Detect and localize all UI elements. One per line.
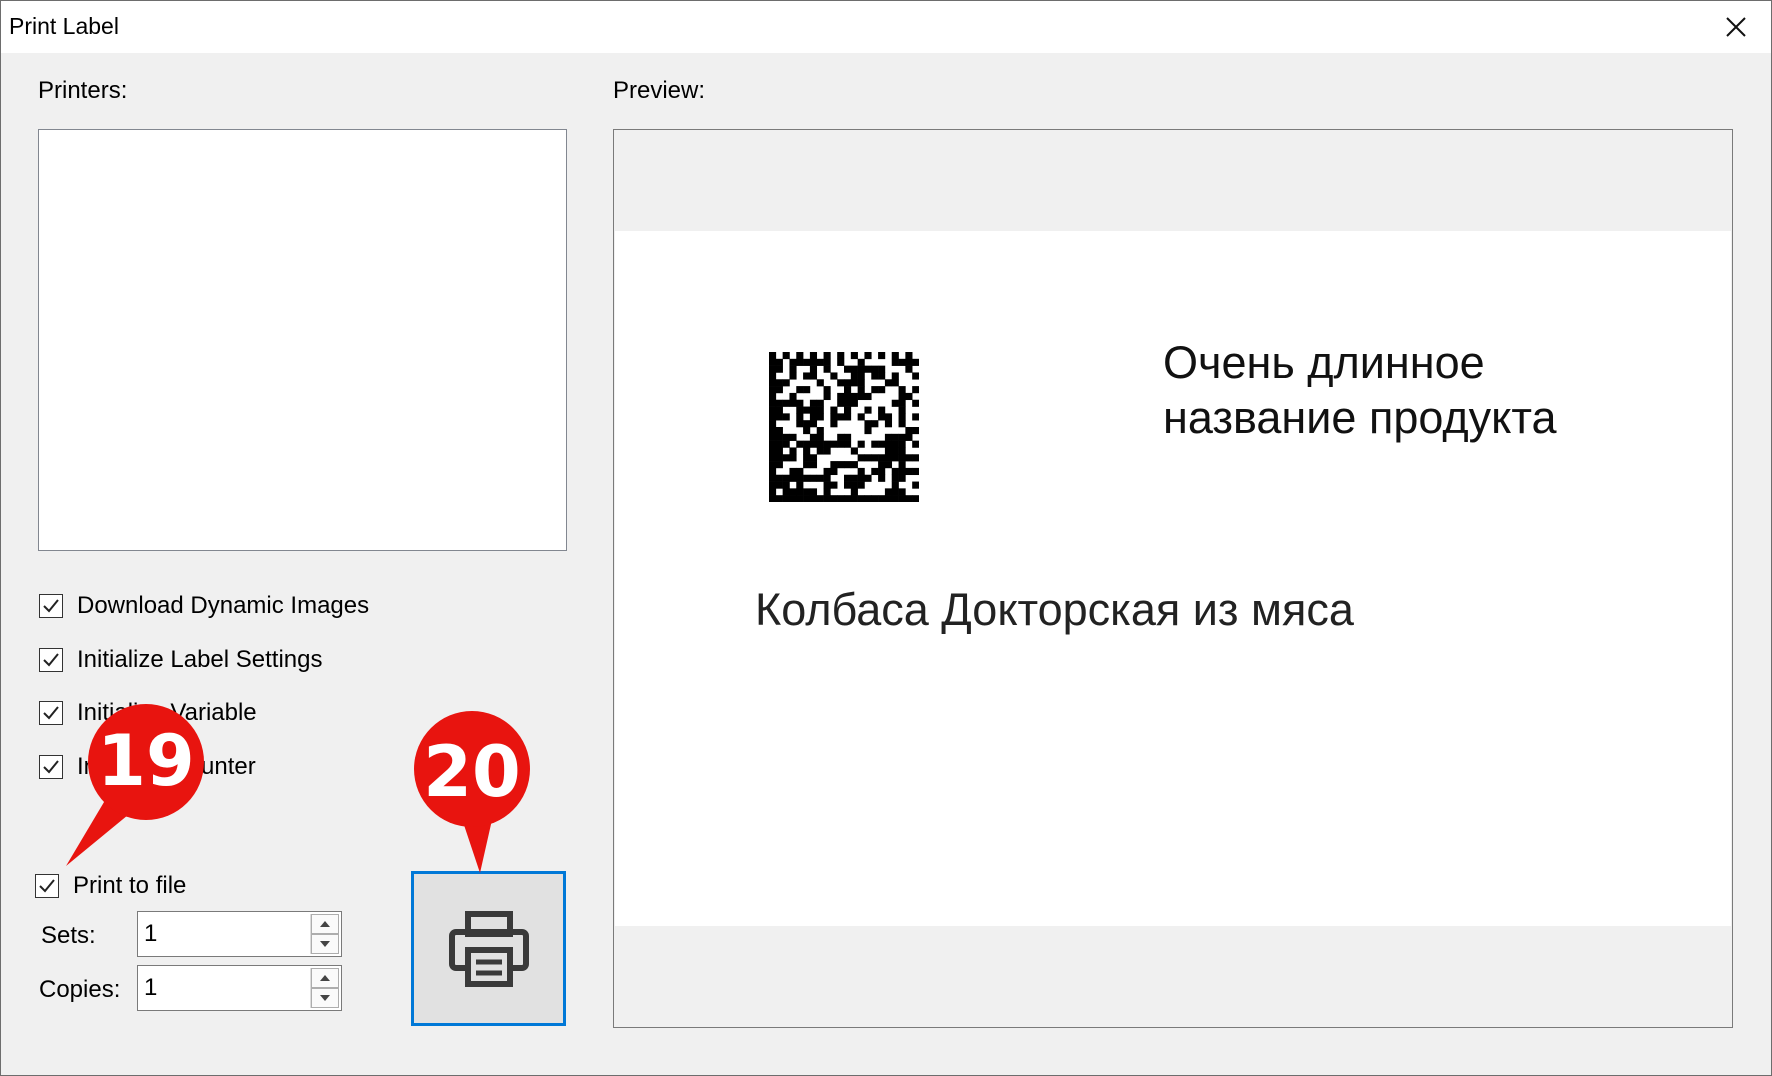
callout-20-number: 20	[423, 731, 521, 813]
copies-value[interactable]: 1	[144, 974, 157, 1002]
callout-20: 20	[408, 707, 538, 877]
arrow-up-icon	[320, 975, 330, 981]
checkmark-icon	[39, 879, 55, 893]
print-label-dialog: Print Label Printers: Preview: Download …	[0, 0, 1772, 1076]
callout-19-number: 19	[97, 720, 195, 802]
arrow-down-icon	[320, 995, 330, 1001]
label-title-line-1: Очень длинное	[1163, 337, 1485, 388]
checkbox-box[interactable]	[35, 874, 59, 898]
print-button[interactable]	[411, 871, 566, 1026]
copies-decrement-button[interactable]	[311, 988, 339, 1008]
sets-spin-buttons	[310, 914, 339, 954]
copies-label: Copies:	[39, 976, 121, 1003]
printers-list[interactable]	[38, 129, 567, 551]
sets-label: Sets:	[41, 922, 96, 949]
close-icon	[1726, 17, 1746, 37]
label-preview-page: Очень длинное название продукта Колбаса …	[615, 231, 1731, 926]
copies-increment-button[interactable]	[311, 968, 339, 988]
printer-icon	[448, 910, 529, 987]
initialize-label-settings-checkbox[interactable]: Initialize Label Settings	[39, 645, 322, 675]
sets-value[interactable]: 1	[144, 920, 157, 948]
printers-label: Printers:	[38, 77, 128, 104]
label-product-title: Очень длинное название продукта	[1163, 335, 1556, 445]
checkmark-icon	[43, 653, 59, 667]
download-dynamic-images-label: Download Dynamic Images	[77, 592, 370, 619]
initialize-label-settings-label: Initialize Label Settings	[77, 646, 323, 673]
callout-19: 19	[58, 700, 208, 870]
sets-decrement-button[interactable]	[311, 934, 339, 954]
arrow-down-icon	[320, 941, 330, 947]
sets-spinner[interactable]: 1	[137, 911, 342, 957]
copies-spinner[interactable]: 1	[137, 965, 342, 1011]
arrow-up-icon	[320, 921, 330, 927]
title-bar: Print Label	[1, 1, 1771, 53]
checkmark-icon	[43, 599, 59, 613]
print-to-file-checkbox[interactable]: Print to file	[35, 871, 186, 901]
copies-spin-buttons	[310, 968, 339, 1008]
close-button[interactable]	[1701, 1, 1771, 53]
preview-label: Preview:	[613, 77, 706, 104]
print-to-file-label: Print to file	[73, 872, 187, 899]
preview-area: Очень длинное название продукта Колбаса …	[613, 129, 1733, 1028]
window-title: Print Label	[9, 13, 119, 39]
checkbox-box[interactable]	[39, 594, 63, 618]
label-product-name: Колбаса Докторская из мяса	[755, 584, 1354, 635]
sets-increment-button[interactable]	[311, 914, 339, 934]
checkbox-box[interactable]	[39, 648, 63, 672]
datamatrix-barcode-icon	[769, 352, 919, 502]
label-title-line-2: название продукта	[1163, 392, 1557, 443]
download-dynamic-images-checkbox[interactable]: Download Dynamic Images	[39, 591, 369, 621]
